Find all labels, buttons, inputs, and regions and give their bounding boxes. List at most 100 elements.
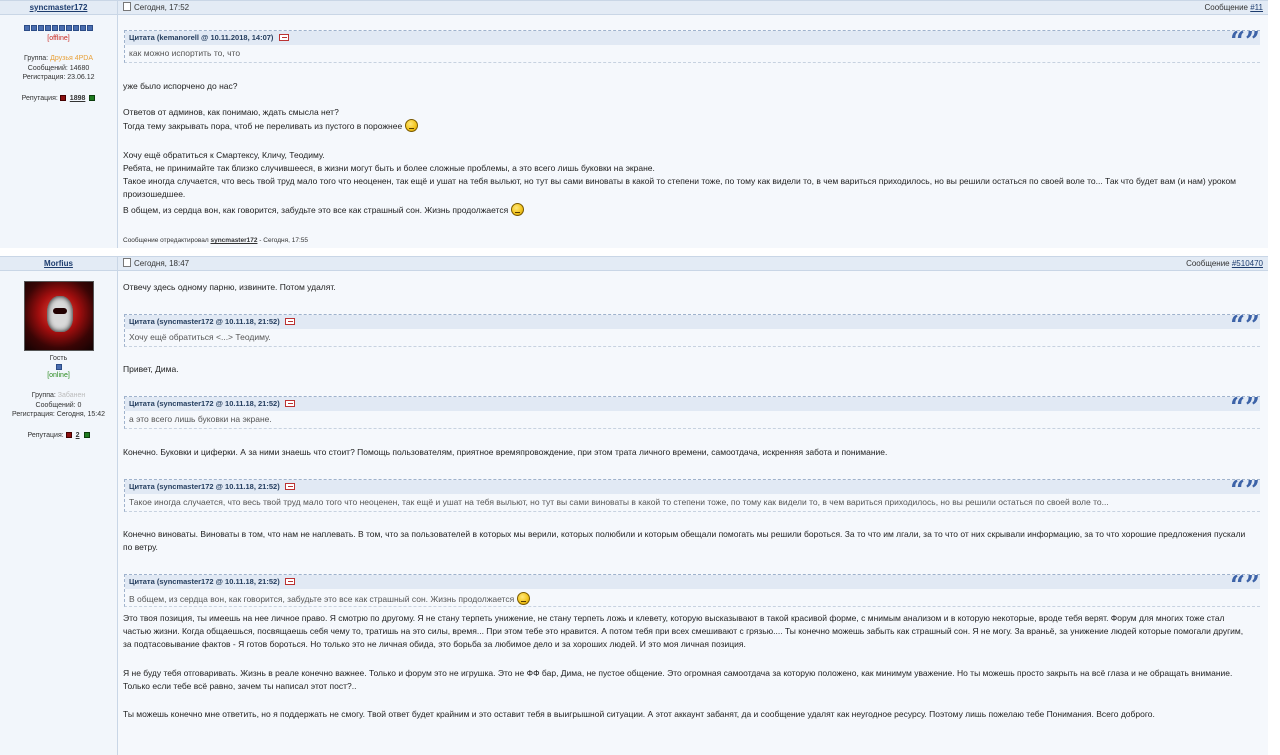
post-body: Сегодня, 17:52 Сообщение #11 Цитата (kem…: [118, 1, 1268, 248]
group-value: Забанен: [57, 392, 86, 399]
rank-pip: [38, 25, 44, 31]
post-number-link[interactable]: #11: [1250, 3, 1263, 12]
post-text: Я не буду тебя отговаривать. Жизнь в реа…: [123, 668, 1233, 691]
author-info: Группа: Друзья 4PDA Сообщений: 14680 Рег…: [0, 54, 117, 83]
author-panel: syncmaster172 [offline] Группа: Друзья 4…: [0, 1, 118, 248]
rank-pip: [87, 25, 93, 31]
rep-plus-icon[interactable]: [89, 94, 96, 101]
post-number-link[interactable]: #510470: [1232, 259, 1263, 268]
quote-link-icon[interactable]: [284, 400, 295, 407]
rank-pip: [45, 25, 51, 31]
reputation-value[interactable]: 1898: [70, 95, 86, 102]
post-text-line: В общем, из сердца вон, как говорится, з…: [123, 205, 509, 215]
post-number-label: Сообщение: [1186, 259, 1232, 268]
quote-header: Цитата (syncmaster172 @ 10.11.18, 21:52)…: [125, 478, 1260, 504]
rank-pip: [52, 25, 58, 31]
author-name-link[interactable]: Morfius: [0, 257, 117, 271]
rank-pip: [59, 25, 65, 31]
quote-block: Цитата (syncmaster172 @ 10.11.18, 21:52)…: [124, 573, 1260, 607]
status-online: [online]: [47, 372, 70, 379]
smiley-icon: [405, 119, 419, 132]
rank-pips: [0, 25, 117, 33]
rank-pip: [73, 25, 79, 31]
post-body: Сегодня, 18:47 Сообщение #510470 Отвечу …: [118, 257, 1268, 755]
quote-marks-icon: “”: [1230, 27, 1260, 57]
group-label: Группа:: [23, 55, 49, 62]
quote-author: Цитата (syncmaster172 @ 10.11.18, 21:52: [129, 482, 278, 491]
edit-note-prefix: Сообщение отредактировал: [123, 237, 211, 244]
rank-pip: [55, 364, 62, 370]
post-text: Хочу ещё обратиться к Смартексу, Кличу, …: [123, 150, 325, 160]
post-number-label: Сообщение: [1204, 3, 1251, 12]
post-number: Сообщение #11: [1204, 1, 1263, 14]
quote-link-icon[interactable]: [278, 34, 289, 41]
registration-date: Регистрация: Сегодня, 15:42: [11, 411, 106, 418]
rep-plus-icon[interactable]: [83, 431, 90, 438]
smiley-icon: [517, 592, 531, 605]
quote-block: Цитата (syncmaster172 @ 10.11.18, 21:52)…: [124, 478, 1260, 512]
post: syncmaster172 [offline] Группа: Друзья 4…: [0, 0, 1268, 248]
quote-author: Цитата (syncmaster172 @ 10.11.18, 21:52: [129, 399, 278, 408]
quote-text: как можно испортить то, что: [125, 45, 1260, 62]
quote-header: Цитата (kemanorell @ 10.11.2018, 14:07) …: [125, 29, 1260, 55]
post-text: уже было испорчено до нас?: [123, 81, 238, 91]
rep-minus-icon[interactable]: [59, 94, 66, 101]
post-header: Сегодня, 17:52 Сообщение #11: [118, 1, 1268, 15]
post-date: Сегодня, 18:47: [123, 257, 189, 270]
post-text: Ты можешь конечно мне ответить, но я под…: [123, 709, 1155, 719]
message-count: Сообщений: 14680: [27, 64, 90, 72]
reputation: Репутация: 2: [0, 432, 117, 439]
post-text: Ответов от админов, как понимаю, ждать с…: [123, 107, 339, 117]
quote-marks-icon: “”: [1230, 393, 1260, 423]
edit-note-suffix: - Сегодня, 17:55: [257, 237, 309, 244]
post-text: Ребята, не принимайте так близко случивш…: [123, 163, 655, 173]
rank-pip: [66, 25, 72, 31]
user-title: Гость: [49, 355, 68, 362]
author-name-link[interactable]: syncmaster172: [0, 1, 117, 15]
quote-header: Цитата (syncmaster172 @ 10.11.18, 21:52)…: [125, 395, 1260, 421]
post-text: Такое иногда случается, что весь твой тр…: [123, 176, 1237, 199]
quote-author: Цитата (kemanorell @ 10.11.2018, 14:07: [129, 33, 271, 42]
quote-marks-icon: “”: [1230, 476, 1260, 506]
post-text: В общем, из сердца вон, как говорится, з…: [123, 203, 1254, 217]
rep-minus-icon[interactable]: [65, 431, 72, 438]
quote-block: Цитата (syncmaster172 @ 10.11.18, 21:52)…: [124, 395, 1260, 429]
quote-text: Хочу ещё обратиться <...> Теодиму.: [125, 329, 1260, 346]
post-text: Конечно виноваты. Виноваты в том, что на…: [123, 529, 1246, 552]
reputation-label: Репутация:: [27, 431, 64, 439]
quote-link-icon[interactable]: [284, 483, 295, 490]
post-text: Отвечу здесь одному парню, извините. Пот…: [123, 282, 336, 292]
quote-header: Цитата (syncmaster172 @ 10.11.18, 21:52)…: [125, 573, 1260, 599]
quote-header: Цитата (syncmaster172 @ 10.11.18, 21:52)…: [125, 313, 1260, 339]
post-header: Сегодня, 18:47 Сообщение #510470: [118, 257, 1268, 271]
post-number: Сообщение #510470: [1186, 257, 1263, 270]
avatar: [23, 281, 94, 351]
quote-marks-icon: “”: [1230, 311, 1260, 341]
post-text: Тогда тему закрывать пора, чтоб не перел…: [123, 119, 1254, 133]
post-text-line: Тогда тему закрывать пора, чтоб не перел…: [123, 121, 403, 131]
edit-note: Сообщение отредактировал syncmaster172 -…: [123, 237, 308, 244]
quote-link-icon[interactable]: [284, 318, 295, 325]
rank-pip: [24, 25, 30, 31]
group-label: Группа:: [31, 392, 56, 399]
status-offline: [offline]: [47, 35, 70, 42]
quote-link-icon[interactable]: [284, 578, 295, 585]
smiley-icon: [511, 203, 525, 216]
quote-text: а это всего лишь буковки на экране.: [125, 411, 1260, 428]
reputation-value[interactable]: 2: [76, 432, 80, 439]
registration-date: Регистрация: 23.06.12: [22, 74, 95, 81]
quote-text: Такое иногда случается, что весь твой тр…: [125, 494, 1260, 511]
quote-author: Цитата (syncmaster172 @ 10.11.18, 21:52: [129, 577, 278, 586]
post-date: Сегодня, 17:52: [123, 1, 189, 14]
reputation: Репутация: 1898: [0, 95, 117, 102]
message-count: Сообщений: 0: [35, 401, 82, 409]
author-info: Группа: Забанен Сообщений: 0 Регистрация…: [0, 391, 117, 420]
author-panel: Morfius Гость [online] Группа: Забанен С…: [0, 257, 118, 755]
group-value: Друзья 4PDA: [50, 55, 94, 62]
edit-note-user[interactable]: syncmaster172: [210, 237, 257, 244]
reputation-label: Репутация:: [21, 94, 58, 102]
rank-pip: [31, 25, 37, 31]
post: Morfius Гость [online] Группа: Забанен С…: [0, 256, 1268, 755]
quote-block: Цитата (syncmaster172 @ 10.11.18, 21:52)…: [124, 313, 1260, 347]
rank-pips: [0, 364, 117, 370]
